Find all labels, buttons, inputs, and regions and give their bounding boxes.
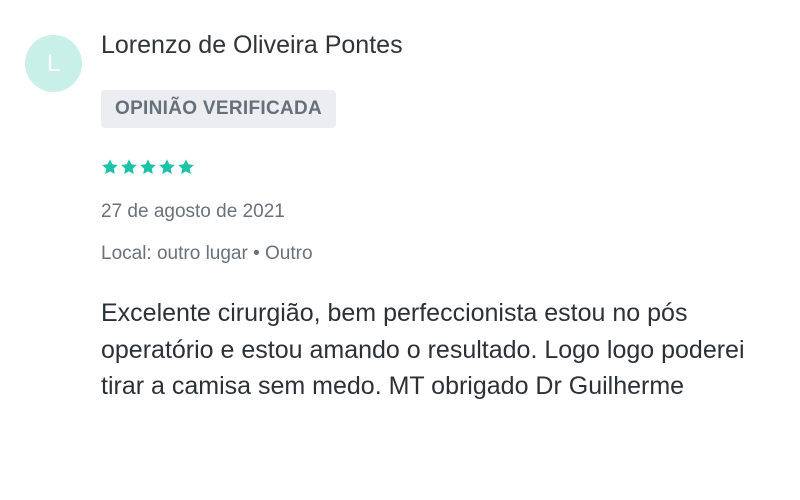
review-location: Local: outro lugar • Outro <box>101 243 313 264</box>
author-name[interactable]: Lorenzo de Oliveira Pontes <box>101 31 403 60</box>
star-icon <box>102 159 118 175</box>
verified-badge: OPINIÃO VERIFICADA <box>101 90 337 128</box>
verified-badge-label: OPINIÃO VERIFICADA <box>115 98 323 119</box>
review-date: 27 de agosto de 2021 <box>101 201 285 222</box>
star-icon <box>140 159 156 175</box>
star-icon <box>159 159 175 175</box>
star-icon <box>121 159 137 175</box>
star-icon <box>178 159 194 175</box>
star-rating <box>101 158 195 176</box>
review-text: Excelente cirurgião, bem perfeccionista … <box>101 299 745 400</box>
avatar-letter: L <box>46 49 61 77</box>
avatar[interactable]: L <box>25 35 82 92</box>
review-card: L Lorenzo de Oliveira Pontes OPINIÃO VER… <box>0 0 800 500</box>
